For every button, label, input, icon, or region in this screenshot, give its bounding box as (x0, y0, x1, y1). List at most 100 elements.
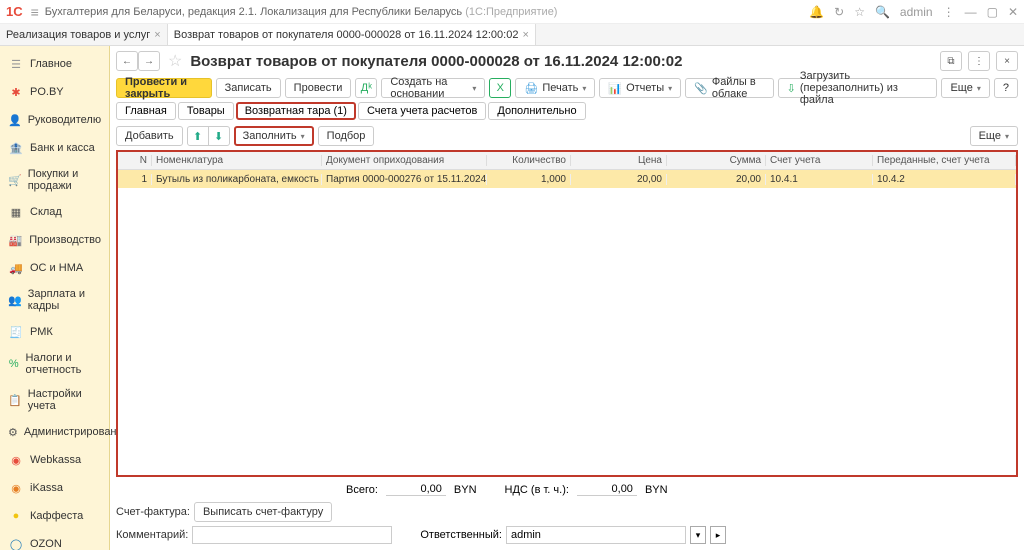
grid[interactable]: N Номенклатура Документ оприходования Ко… (116, 150, 1018, 477)
sidebar-item[interactable]: ◉ Webkassa (0, 446, 109, 474)
search-icon[interactable]: 🔍 (875, 5, 890, 19)
post-button[interactable]: Провести (285, 78, 352, 98)
user-label[interactable]: admin (900, 5, 933, 19)
upload-button[interactable]: ⇩Загрузить (перезаполнить) из файла (778, 78, 938, 98)
print-button[interactable]: 🖨Печать (515, 78, 595, 98)
pick-button[interactable]: Подбор (318, 126, 375, 146)
col-quantity[interactable]: Количество (487, 155, 571, 166)
sidebar-item[interactable]: 🧾РМК (0, 318, 109, 346)
col-n[interactable]: N (118, 155, 152, 166)
post-close-button[interactable]: Провести и закрыть (116, 78, 212, 98)
subtab-extra[interactable]: Дополнительно (488, 102, 585, 120)
side-icon: ✱ (8, 84, 24, 100)
subtab-tare[interactable]: Возвратная тара (1) (236, 102, 356, 120)
close-doc-icon[interactable]: × (996, 51, 1018, 71)
tab-realization[interactable]: Реализация товаров и услуг× (0, 24, 168, 45)
comment-input[interactable] (192, 526, 392, 544)
sidebar-item[interactable]: 👥Зарплата и кадры (0, 282, 109, 318)
sidebar-item[interactable]: %Налоги и отчетность (0, 346, 109, 382)
col-sum[interactable]: Сумма (667, 155, 766, 166)
table-row[interactable]: 1 Бутыль из поликарбоната, емкость 18,9л… (118, 170, 1016, 188)
sidebar-item-label: iKassa (30, 482, 63, 494)
fill-button[interactable]: Заполнить (234, 126, 314, 146)
tab-close-icon[interactable]: × (522, 29, 528, 41)
sidebar-item[interactable]: 🏦Банк и касса (0, 134, 109, 162)
1c-logo: 1C (6, 4, 23, 19)
sidebar-item[interactable]: 🏭Производство (0, 226, 109, 254)
dk-button[interactable]: Дᵏ (355, 78, 377, 98)
move-up-button[interactable]: ⬆ (187, 126, 209, 146)
sidebar-item-label: OZON (30, 538, 62, 550)
sidebar-item-label: Настройки учета (28, 388, 101, 412)
options-icon[interactable]: ⋮ (943, 5, 955, 19)
side-icon: ☰ (8, 56, 24, 72)
minimize-icon[interactable]: — (965, 5, 977, 19)
star-icon[interactable]: ☆ (854, 5, 865, 19)
open-button[interactable]: ▸ (710, 526, 726, 544)
side-icon: 🏦 (8, 140, 24, 156)
tab-return[interactable]: Возврат товаров от покупателя 0000-00002… (168, 24, 536, 45)
kebab-icon[interactable]: ⋮ (968, 51, 990, 71)
subtab-main[interactable]: Главная (116, 102, 176, 120)
subtab-goods[interactable]: Товары (178, 102, 234, 120)
move-down-button[interactable]: ⬇ (208, 126, 230, 146)
sidebar-item-label: Webkassa (30, 454, 81, 466)
sidebar-item[interactable]: ▦ Склад (0, 198, 109, 226)
responsible-input[interactable] (506, 526, 686, 544)
sidebar-item-label: PO.BY (30, 86, 64, 98)
nav-back-button[interactable]: ← (116, 51, 138, 71)
sidebar-item[interactable]: ●Каффеста (0, 502, 109, 530)
sidebar-item[interactable]: ⚙Администрирование (0, 418, 109, 446)
side-icon: 🛒 (8, 172, 22, 188)
comment-label: Комментарий: (116, 529, 188, 541)
sidebar-item[interactable]: 👤 Руководителю (0, 106, 109, 134)
vat-currency: BYN (645, 484, 668, 496)
sidebar-item-label: Каффеста (30, 510, 83, 522)
grid-more-button[interactable]: Еще (970, 126, 1018, 146)
help-button[interactable]: ? (994, 78, 1018, 98)
more-button[interactable]: Еще (941, 78, 989, 98)
side-icon: 📋 (8, 392, 22, 408)
col-document[interactable]: Документ оприходования (322, 155, 487, 166)
sidebar-item[interactable]: ◯OZON (0, 530, 109, 550)
col-nomenclature[interactable]: Номенклатура (152, 155, 322, 166)
sidebar-item[interactable]: 🛒Покупки и продажи (0, 162, 109, 198)
sidebar-item-label: Руководителю (28, 114, 101, 126)
sidebar-item-label: Склад (30, 206, 62, 218)
side-icon: ◉ (8, 452, 24, 468)
col-price[interactable]: Цена (571, 155, 667, 166)
files-button[interactable]: 📎Файлы в облаке (685, 78, 774, 98)
invoice-button[interactable]: Выписать счет-фактуру (194, 502, 332, 522)
sidebar-item[interactable]: 📋 Настройки учета (0, 382, 109, 418)
vat-label: НДС (в т. ч.): (505, 484, 569, 496)
sidebar-item[interactable]: ✱ PO.BY (0, 78, 109, 106)
subtab-accounts[interactable]: Счета учета расчетов (358, 102, 486, 120)
window-title: Бухгалтерия для Беларуси, редакция 2.1. … (45, 6, 809, 18)
history-icon[interactable]: ↻ (834, 5, 844, 19)
bell-icon[interactable]: 🔔 (809, 5, 824, 19)
side-icon: 👤 (8, 112, 22, 128)
excel-icon[interactable]: X (489, 78, 511, 98)
close-icon[interactable]: ✕ (1008, 5, 1018, 19)
popout-icon[interactable]: ⧉ (940, 51, 962, 71)
side-icon: ▦ (8, 204, 24, 220)
reports-button[interactable]: 📊Отчеты (599, 78, 681, 98)
sidebar-item[interactable]: ◉ iKassa (0, 474, 109, 502)
favorite-icon[interactable]: ☆ (168, 51, 182, 71)
sidebar-item-label: РМК (30, 326, 53, 338)
create-based-button[interactable]: Создать на основании (381, 78, 485, 98)
col-passed-account[interactable]: Переданные, счет учета (873, 155, 1016, 166)
menu-icon[interactable]: ≡ (31, 4, 39, 20)
save-button[interactable]: Записать (216, 78, 281, 98)
col-account[interactable]: Счет учета (766, 155, 873, 166)
sidebar-item[interactable]: ☰Главное (0, 50, 109, 78)
add-button[interactable]: Добавить (116, 126, 183, 146)
nav-forward-button[interactable]: → (138, 51, 160, 71)
select-button[interactable]: ▾ (690, 526, 706, 544)
maximize-icon[interactable]: ▢ (987, 5, 998, 19)
tab-close-icon[interactable]: × (154, 29, 160, 41)
side-icon: ◉ (8, 480, 24, 496)
sidebar-item[interactable]: 🚚ОС и НМА (0, 254, 109, 282)
sidebar-item-label: Налоги и отчетность (26, 352, 102, 376)
vat-value: 0,00 (577, 483, 637, 496)
